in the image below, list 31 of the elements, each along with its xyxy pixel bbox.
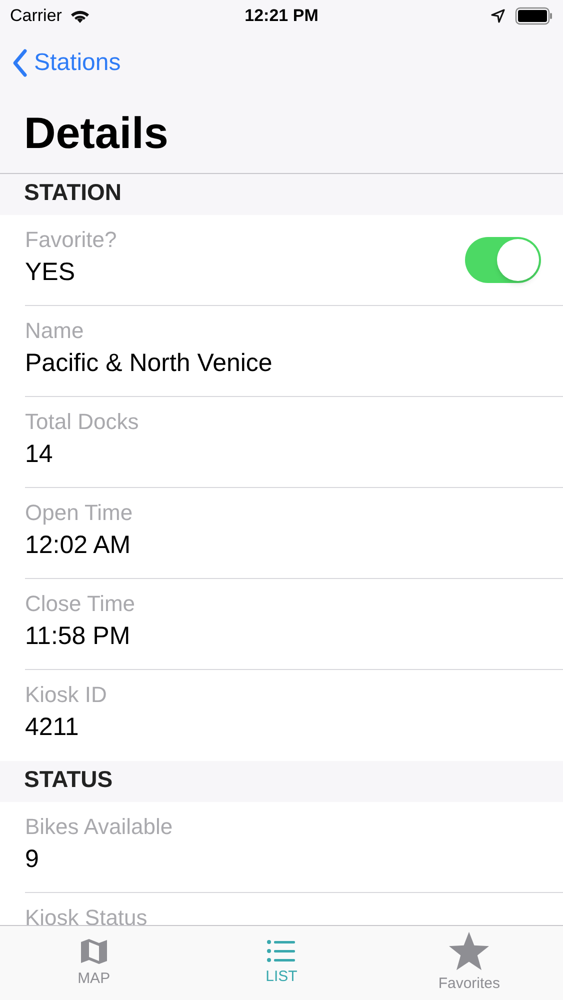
battery-icon — [515, 7, 553, 25]
section-header: STATION — [24, 178, 122, 206]
field-value: 11:58 PM — [25, 621, 132, 652]
field-label: Kiosk Status — [25, 904, 148, 925]
field-label: Bikes Available — [25, 813, 174, 841]
field-value: YES — [25, 257, 76, 288]
field-label: Total Docks — [25, 408, 140, 436]
clock-text: 12:21 PM — [244, 5, 318, 28]
location-arrow-icon — [491, 9, 505, 23]
field-label: Close Time — [25, 590, 136, 618]
field-value: 14 — [25, 439, 54, 470]
tab-bar-item[interactable]: MAP — [0, 926, 188, 1000]
list-icon — [266, 938, 296, 964]
tab-bar-item[interactable]: LIST — [188, 926, 376, 1000]
wifi-icon — [70, 8, 90, 24]
field-value: 12:02 AM — [25, 530, 132, 561]
field-label: Open Time — [25, 499, 134, 527]
favorite-switch[interactable] — [465, 237, 541, 283]
field-label: Kiosk ID — [25, 681, 108, 709]
chevron-left-icon — [12, 48, 28, 78]
star-icon — [448, 930, 490, 971]
tab-bar-item[interactable]: Favorites — [375, 926, 563, 1000]
field-label: Favorite? — [25, 226, 118, 254]
section-header: STATUS — [24, 764, 113, 794]
back-button[interactable]: Stations — [12, 45, 121, 81]
carrier-label: Carrier — [10, 5, 62, 28]
page-title: Details — [24, 108, 168, 160]
field-label: Name — [25, 317, 85, 345]
field-value: 4211 — [25, 712, 80, 743]
field-value: 9 — [25, 844, 40, 875]
field-value: Pacific & North Venice — [25, 348, 274, 379]
